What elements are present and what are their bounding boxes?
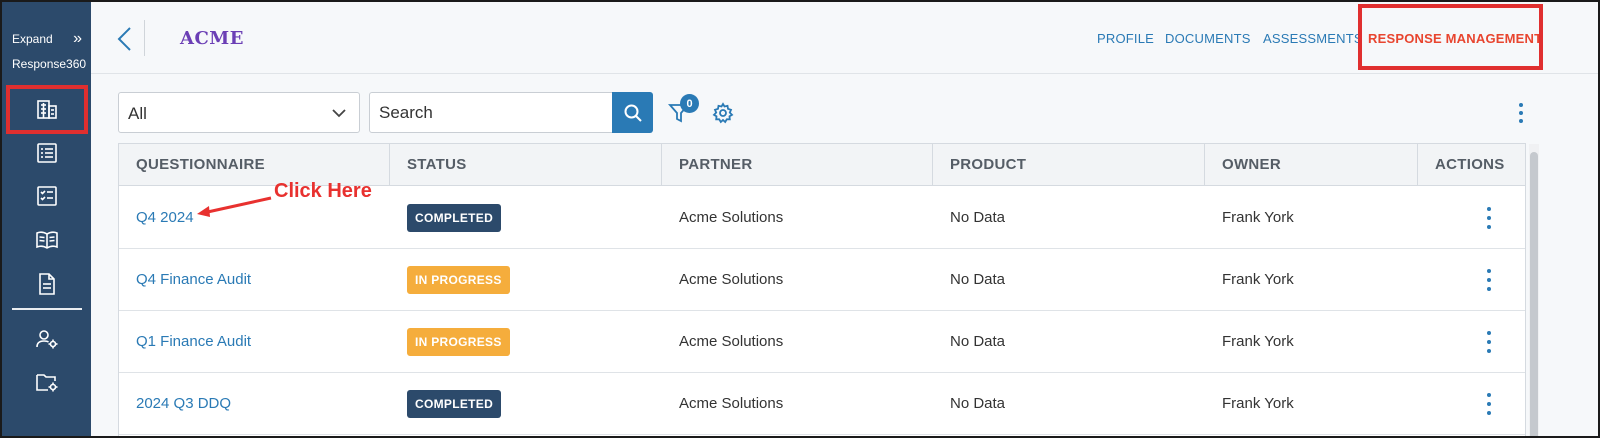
folder-settings-icon[interactable] — [31, 366, 63, 398]
status-badge: IN PROGRESS — [407, 327, 510, 356]
scrollbar-thumb[interactable] — [1530, 152, 1538, 436]
questionnaire-link[interactable]: Q4 2024 — [136, 209, 194, 226]
response-management-highlight-box — [1358, 4, 1543, 70]
search-button[interactable] — [612, 92, 653, 133]
owner-cell: Frank York — [1222, 209, 1294, 226]
row-actions-icon[interactable] — [1485, 269, 1493, 291]
product-cell: No Data — [950, 333, 1006, 350]
back-chevron-icon[interactable] — [113, 24, 137, 54]
row-actions-icon[interactable] — [1485, 331, 1493, 353]
sidebar-divider — [12, 308, 82, 310]
header-divider — [144, 20, 145, 56]
questionnaire-link[interactable]: Q1 Finance Audit — [136, 333, 251, 350]
expand-toggle[interactable]: Expand » — [12, 30, 82, 48]
partner-cell: Acme Solutions — [679, 333, 784, 350]
status-badge: COMPLETED — [407, 203, 502, 232]
product-cell: No Data — [950, 395, 1006, 412]
column-header-owner[interactable]: OWNER — [1205, 144, 1418, 186]
dropdown-value: All — [128, 104, 147, 123]
filter-dropdown[interactable]: All — [118, 92, 360, 133]
document-icon[interactable] — [31, 268, 63, 300]
gear-icon[interactable] — [712, 102, 734, 124]
more-options-icon[interactable] — [1511, 100, 1531, 126]
chevron-down-icon — [331, 105, 347, 121]
checklist-icon[interactable] — [31, 137, 63, 169]
double-chevron-right-icon: » — [73, 30, 82, 47]
check-list-icon[interactable] — [31, 180, 63, 212]
status-badge: COMPLETED — [407, 389, 502, 418]
nav-assessments[interactable]: ASSESSMENTS — [1263, 31, 1363, 46]
column-header-actions: ACTIONS — [1435, 156, 1505, 173]
status-badge: IN PROGRESS — [407, 265, 510, 294]
search-icon — [624, 104, 642, 122]
top-header: ACME PROFILE DOCUMENTS ASSESSMENTS RESPO… — [91, 2, 1598, 74]
column-header-product[interactable]: PRODUCT — [933, 144, 1205, 186]
table-row: 2024 Q3 DDQ COMPLETED Acme Solutions No … — [119, 373, 1525, 435]
expand-label: Expand — [12, 32, 53, 46]
table-row: Q1 Finance Audit IN PROGRESS Acme Soluti… — [119, 311, 1525, 373]
column-header-partner[interactable]: PARTNER — [662, 144, 933, 186]
table-row: Q4 Finance Audit IN PROGRESS Acme Soluti… — [119, 249, 1525, 311]
row-actions-icon[interactable] — [1485, 393, 1493, 415]
annotation-arrow-icon — [197, 196, 272, 217]
questionnaire-link[interactable]: Q4 Finance Audit — [136, 271, 251, 288]
owner-cell: Frank York — [1222, 271, 1294, 288]
column-header-status[interactable]: STATUS — [390, 144, 662, 186]
user-settings-icon[interactable] — [31, 323, 63, 355]
partner-cell: Acme Solutions — [679, 395, 784, 412]
product-cell: No Data — [950, 271, 1006, 288]
partner-cell: Acme Solutions — [679, 271, 784, 288]
filter-count-badge: 0 — [680, 94, 699, 113]
book-icon[interactable] — [31, 224, 63, 256]
sidebar-highlight-box — [6, 85, 88, 134]
acme-logo: ACME — [180, 28, 244, 49]
questionnaire-link[interactable]: 2024 Q3 DDQ — [136, 395, 231, 412]
owner-cell: Frank York — [1222, 333, 1294, 350]
app-window: Expand » Response360 ACME PROFILE DOCUME… — [0, 0, 1600, 438]
search-input[interactable] — [369, 92, 613, 133]
sidebar: Expand » Response360 — [2, 2, 91, 436]
app-name: Response360 — [12, 57, 87, 71]
row-actions-icon[interactable] — [1485, 207, 1493, 229]
click-here-annotation: Click Here — [274, 180, 372, 202]
nav-profile[interactable]: PROFILE — [1097, 31, 1154, 46]
owner-cell: Frank York — [1222, 395, 1294, 412]
nav-documents[interactable]: DOCUMENTS — [1165, 31, 1251, 46]
product-cell: No Data — [950, 209, 1006, 226]
partner-cell: Acme Solutions — [679, 209, 784, 226]
